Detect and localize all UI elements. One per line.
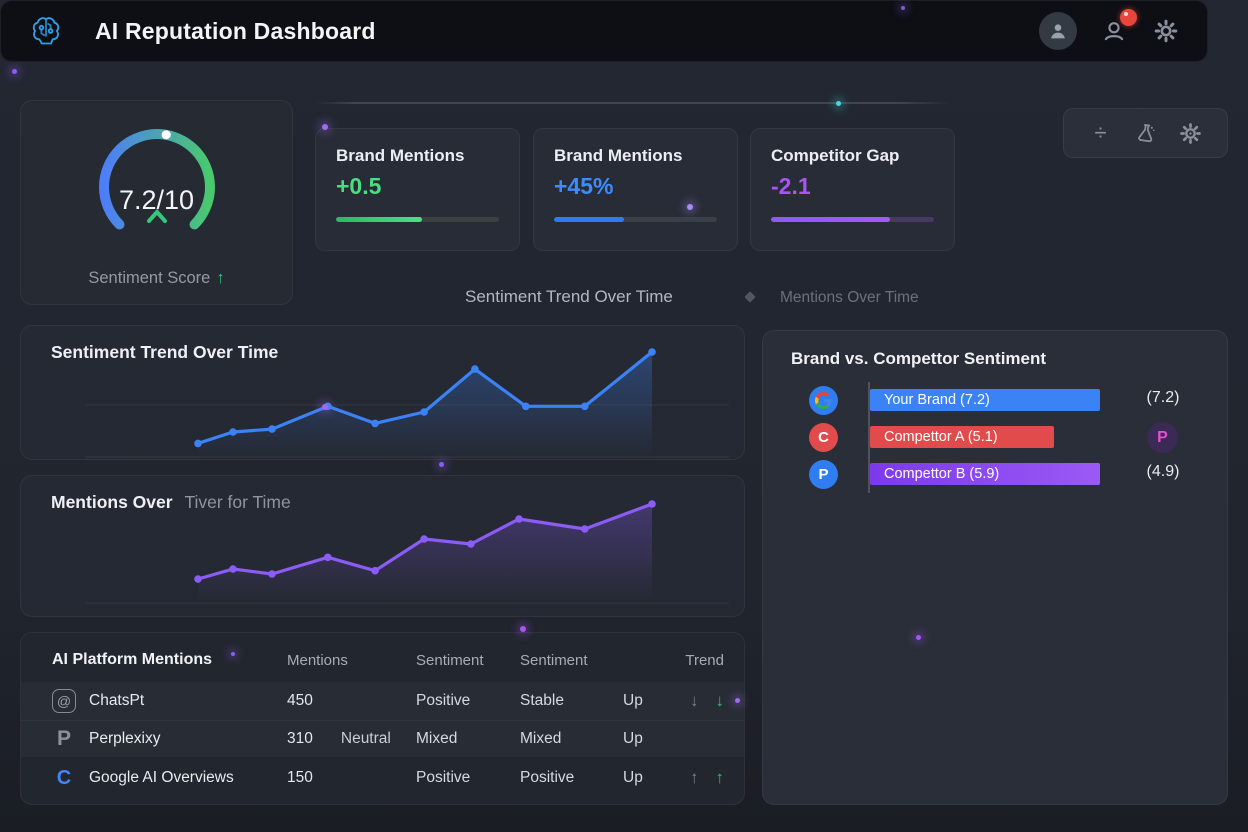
glow-particle [12,69,17,74]
table-title: AI Platform Mentions [52,651,287,669]
brand-vs-competitor-panel: Brand vs. Compettor Sentiment Your Brand… [762,330,1228,805]
up-arrow-icon: ↑ [216,269,224,287]
tab-sentiment-trend[interactable]: Sentiment Trend Over Time [465,287,673,307]
notifications-icon[interactable] [1099,16,1129,46]
ai-platform-mentions-table: AI Platform Mentions Mentions Sentiment … [20,632,745,805]
sentiment-score-label: Sentiment Score↑ [21,269,292,288]
comparison-row-competitor-a: C Compettor A (5.1) P [763,423,1227,453]
chatgpt-icon: @ [52,689,76,713]
competitor-a-bar[interactable]: Compettor A (5.1) [870,426,1054,448]
kpi-card-brand-mentions-2[interactable]: Brand Mentions +45% [533,128,738,251]
perplexity-icon: P [52,727,76,751]
google-logo-icon [809,386,838,415]
column-header-mentions[interactable]: Mentions [287,652,416,669]
kpi-progress-track [554,217,717,222]
kpi-value: +0.5 [336,173,381,200]
kpi-title: Brand Mentions [336,146,464,166]
kpi-progress-fill [771,217,890,222]
divider-line [315,102,951,104]
table-row-chatspt[interactable]: @ ChatsPt 450 Positive Stable Up ↓ ↓ [21,682,744,720]
glow-particle [439,462,444,467]
bar-right-value: (4.9) [1121,463,1205,481]
kpi-title: Competitor Gap [771,146,899,166]
sentiment-score-card: 7.2/10 Sentiment Score↑ [20,100,293,305]
kpi-value: +45% [554,173,613,200]
kpi-progress-fill [554,217,624,222]
kpi-value: -2.1 [771,173,811,200]
notification-badge [1120,9,1137,26]
column-header-sentiment[interactable]: Sentiment [416,652,520,669]
chart-title: Sentiment Trend Over Time [51,342,278,363]
tab-mentions-over-time[interactable]: Mentions Over Time [780,289,919,307]
trend-up-icon: ↑ [690,768,699,788]
avatar[interactable] [1039,12,1077,50]
trend-down-green-icon: ↓ [716,691,725,711]
competitor-a-icon: C [809,423,838,452]
mentions-chart-card: Mentions Over Tiver for Time [20,475,745,617]
chart-toolbar: ÷ [1063,108,1228,158]
your-brand-bar[interactable]: Your Brand (7.2) [870,389,1100,411]
sentiment-score-value: 7.2/10 [21,185,292,216]
kpi-title: Brand Mentions [554,146,682,166]
sentiment-trend-chart-card: Sentiment Trend Over Time [20,325,745,460]
kpi-progress-track [336,217,499,222]
competitor-b-icon: P [809,460,838,489]
perplexity-badge-icon: P [1147,422,1178,453]
tab-separator-diamond [744,291,755,302]
flask-icon[interactable] [1133,120,1159,146]
table-row-google-ai-overviews[interactable]: C Google AI Overviews 150 Positive Posit… [21,758,744,798]
app-header: AI Reputation Dashboard [0,0,1208,62]
brain-logo-icon [25,10,67,52]
kpi-progress-fill [336,217,422,222]
trend-down-icon: ↓ [690,691,699,711]
google-c-icon: C [52,766,76,790]
gear-icon[interactable] [1178,120,1204,146]
competitor-b-bar[interactable]: Compettor B (5.9) [870,463,1100,485]
comparison-row-your-brand: Your Brand (7.2) (7.2) [763,386,1227,416]
bar-right-value: (7.2) [1121,389,1205,407]
page-title: AI Reputation Dashboard [95,18,376,45]
comparison-row-competitor-b: P Compettor B (5.9) (4.9) [763,460,1227,490]
settings-gear-icon[interactable] [1151,16,1181,46]
divide-icon[interactable]: ÷ [1088,120,1114,146]
column-header-sentiment-2[interactable]: Sentiment [520,652,623,669]
dashboard-root: AI Reputation Dashboard [0,0,1248,832]
kpi-card-competitor-gap[interactable]: Competitor Gap -2.1 [750,128,955,251]
panel-title: Brand vs. Compettor Sentiment [791,349,1046,369]
kpi-card-brand-mentions-1[interactable]: Brand Mentions +0.5 [315,128,520,251]
trend-up-green-icon: ↑ [716,768,725,788]
column-header-trend[interactable]: Trend [681,652,724,669]
sentiment-gauge [89,123,225,245]
table-row-perplexixy[interactable]: P Perplexixy 310Neutral Mixed Mixed Up [21,720,744,757]
table-header-row: AI Platform Mentions Mentions Sentiment … [21,643,744,677]
chart-title: Mentions Over Tiver for Time [51,492,291,513]
kpi-progress-track [771,217,934,222]
